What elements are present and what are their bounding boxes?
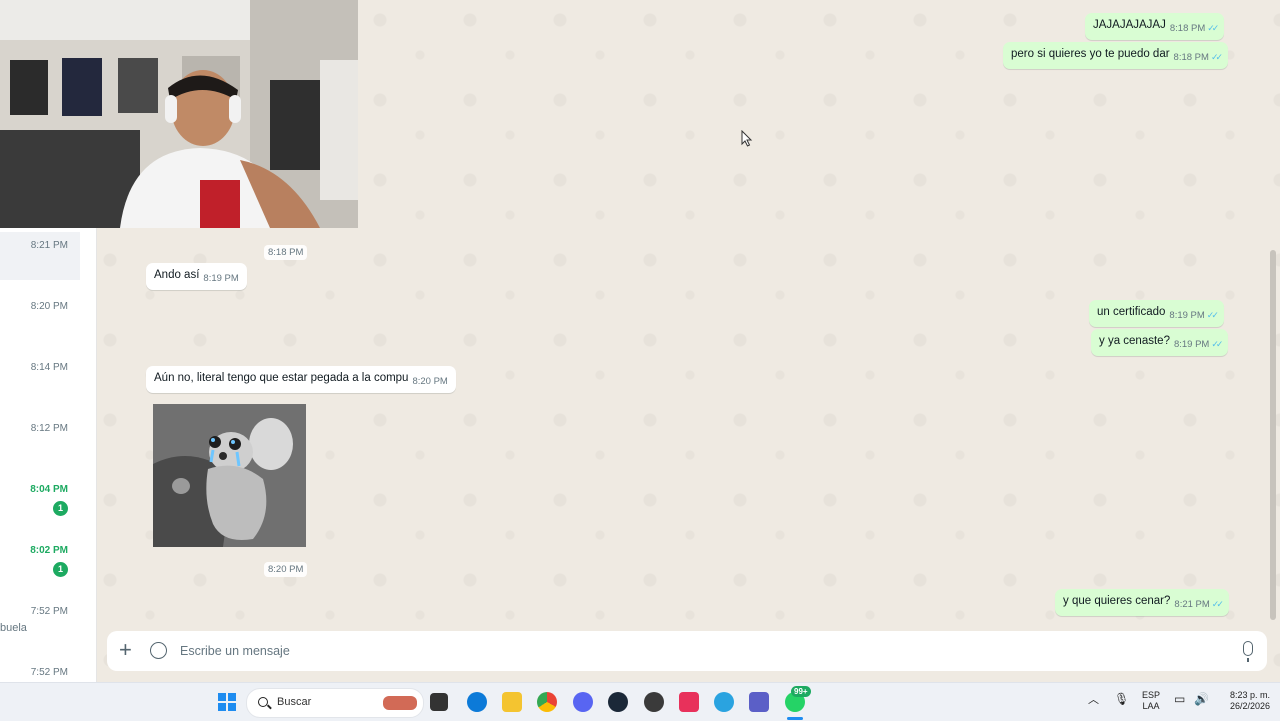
- steam-icon[interactable]: [608, 692, 628, 712]
- read-receipt-icon: ✓✓: [1211, 339, 1223, 349]
- chat-list-time: 8:14 PM: [30, 362, 68, 373]
- language-indicator[interactable]: ESP LAA: [1138, 690, 1164, 712]
- taskbar-search-label: Buscar: [277, 696, 312, 708]
- chat-list-time: 7:52 PM: [30, 667, 68, 678]
- search-icon: [258, 697, 268, 707]
- taskbar-clock[interactable]: 8:23 p. m. 26/2/2026: [1214, 690, 1270, 712]
- message-outgoing[interactable]: y que quieres cenar? 8:21 PM ✓✓: [1055, 589, 1229, 616]
- windows-taskbar: Buscar 99+ ︿ 🎙 ESP LAA ▭ 🔊 8:23 p. m. 26…: [0, 682, 1280, 721]
- message-time: 8:19 PM: [203, 273, 239, 284]
- message-outgoing[interactable]: y ya cenaste? 8:19 PM ✓✓: [1091, 329, 1229, 356]
- app-icon[interactable]: [644, 692, 664, 712]
- chat-list-time: 8:02 PM: [30, 545, 68, 556]
- teams-icon[interactable]: [749, 692, 769, 712]
- read-receipt-icon: ✓✓: [1207, 23, 1219, 33]
- message-time: 8:20 PM: [412, 376, 448, 387]
- message-text: un certificado: [1097, 306, 1166, 318]
- message-incoming[interactable]: Ando así 8:19 PM: [146, 263, 247, 290]
- task-view-icon[interactable]: [430, 693, 448, 711]
- file-explorer-icon[interactable]: [502, 692, 522, 712]
- read-receipt-icon: ✓✓: [1206, 310, 1219, 320]
- message-text: pero si quieres yo te puedo dar: [1011, 48, 1170, 60]
- attach-plus-icon[interactable]: +: [119, 639, 132, 661]
- language-code: ESP: [1141, 690, 1160, 700]
- image-message-time: 8:18 PM: [264, 245, 308, 260]
- message-incoming[interactable]: Aún no, literal tengo que estar pegada a…: [146, 366, 456, 393]
- message-outgoing[interactable]: un certificado 8:19 PM ✓✓: [1089, 300, 1224, 327]
- message-outgoing[interactable]: JAJAJAJAJAJ 8:18 PM ✓✓: [1085, 13, 1225, 40]
- message-text: JAJAJAJAJAJ: [1093, 19, 1166, 31]
- sticker-message[interactable]: [153, 404, 306, 547]
- message-text: y que quieres cenar?: [1063, 595, 1171, 607]
- tiktok-icon[interactable]: [679, 692, 699, 712]
- message-time: 8:18 PM: [1173, 52, 1209, 63]
- whatsapp-unread-badge: 99+: [791, 686, 811, 697]
- chat-list-time: 7:52 PM: [30, 606, 68, 617]
- telegram-icon[interactable]: [714, 692, 734, 712]
- read-receipt-icon: ✓✓: [1210, 52, 1223, 62]
- webcam-overlay: [0, 0, 358, 228]
- search-highlight-icon: [383, 696, 417, 710]
- tray-chevron-icon[interactable]: ︿: [1088, 695, 1099, 706]
- message-outgoing[interactable]: pero si quieres yo te puedo dar 8:18 PM ✓✓: [1003, 42, 1229, 69]
- read-receipt-icon: ✓✓: [1211, 599, 1224, 609]
- discord-icon[interactable]: [573, 692, 593, 712]
- sticker-emoji-icon[interactable]: [150, 642, 167, 659]
- chat-scrollbar[interactable]: [1270, 250, 1276, 620]
- edge-icon[interactable]: [467, 692, 487, 712]
- message-time: 8:19 PM: [1169, 310, 1205, 321]
- message-input[interactable]: Escribe un mensaje: [180, 644, 290, 658]
- clock-time: 8:23 p. m.: [1229, 690, 1270, 700]
- volume-icon[interactable]: 🔊: [1194, 693, 1209, 705]
- taskbar-search[interactable]: Buscar: [246, 688, 424, 718]
- mouse-cursor-icon: [741, 130, 753, 147]
- message-time: 8:21 PM: [1174, 599, 1210, 610]
- message-time: 8:19 PM: [1173, 339, 1210, 350]
- clock-date: 26/2/2026: [1229, 701, 1270, 711]
- windows-start-icon[interactable]: [218, 693, 236, 711]
- chat-list-time: 8:04 PM: [30, 484, 68, 495]
- chrome-icon[interactable]: [537, 692, 557, 712]
- sticker-message-time: 8:20 PM: [264, 562, 308, 577]
- webcam-image: [0, 0, 358, 228]
- crying-mouse-sticker: [153, 404, 306, 547]
- message-time: 8:18 PM: [1169, 23, 1206, 34]
- message-text: Aún no, literal tengo que estar pegada a…: [154, 372, 409, 384]
- unread-badge: 1: [53, 501, 68, 516]
- message-text: Ando así: [154, 269, 200, 281]
- microphone-icon[interactable]: [1243, 641, 1253, 662]
- unread-badge: 1: [53, 562, 68, 577]
- chat-list-snippet: buela: [0, 622, 27, 634]
- message-composer[interactable]: + Escribe un mensaje: [107, 631, 1267, 671]
- chat-list-time: 8:20 PM: [30, 301, 68, 312]
- chat-list-time: 8:21 PM: [30, 240, 68, 251]
- microphone-tray-icon[interactable]: 🎙: [1114, 693, 1129, 705]
- keyboard-layout: LAA: [1142, 701, 1160, 711]
- network-icon[interactable]: ▭: [1174, 693, 1185, 705]
- chat-list-time: 8:12 PM: [30, 423, 68, 434]
- message-text: y ya cenaste?: [1099, 335, 1170, 347]
